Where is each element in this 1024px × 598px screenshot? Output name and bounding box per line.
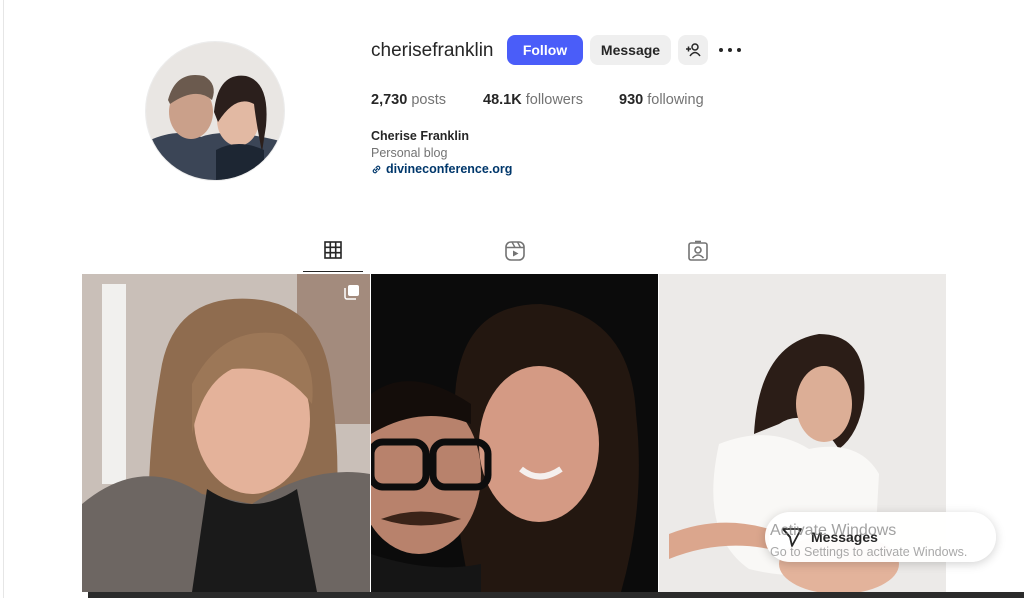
tagged-icon <box>688 240 708 261</box>
suggested-users-button[interactable] <box>678 35 708 65</box>
followers-count: 48.1K <box>483 92 522 108</box>
profile-avatar[interactable] <box>145 41 285 181</box>
profile-full-name: Cherise Franklin <box>371 129 469 143</box>
active-tab-indicator <box>303 271 363 272</box>
follow-button[interactable]: Follow <box>507 35 583 65</box>
taskbar-strip <box>88 592 1024 598</box>
posts-label: posts <box>411 92 446 108</box>
post-photo <box>82 274 370 592</box>
posts-stat: 2,730 posts <box>371 92 446 108</box>
carousel-icon <box>344 285 359 300</box>
activate-windows-subtitle: Go to Settings to activate Windows. <box>770 545 968 559</box>
following-count: 930 <box>619 92 644 108</box>
followers-label: followers <box>525 92 583 108</box>
tab-reels[interactable] <box>485 240 545 272</box>
profile-category: Personal blog <box>371 146 448 160</box>
add-person-icon <box>686 43 701 57</box>
post-thumbnail[interactable] <box>371 274 658 592</box>
page-divider <box>3 0 4 598</box>
website-link[interactable]: divineconference.org <box>371 162 512 176</box>
message-button[interactable]: Message <box>590 35 671 65</box>
post-photo <box>371 274 658 592</box>
tab-posts[interactable] <box>303 240 363 272</box>
reels-icon <box>505 241 525 261</box>
following-label: following <box>647 92 704 108</box>
post-thumbnail[interactable] <box>82 274 370 592</box>
profile-username: cherisefranklin <box>371 40 494 61</box>
posts-count: 2,730 <box>371 92 408 108</box>
followers-stat[interactable]: 48.1K followers <box>483 92 583 108</box>
activate-windows-title: Activate Windows <box>770 522 897 539</box>
following-stat[interactable]: 930 following <box>619 92 704 108</box>
more-options-icon[interactable] <box>718 40 742 60</box>
link-icon <box>372 165 381 173</box>
website-text: divineconference.org <box>386 162 513 176</box>
tab-tagged[interactable] <box>668 240 728 272</box>
grid-icon <box>324 241 342 259</box>
avatar-photo <box>146 42 284 180</box>
